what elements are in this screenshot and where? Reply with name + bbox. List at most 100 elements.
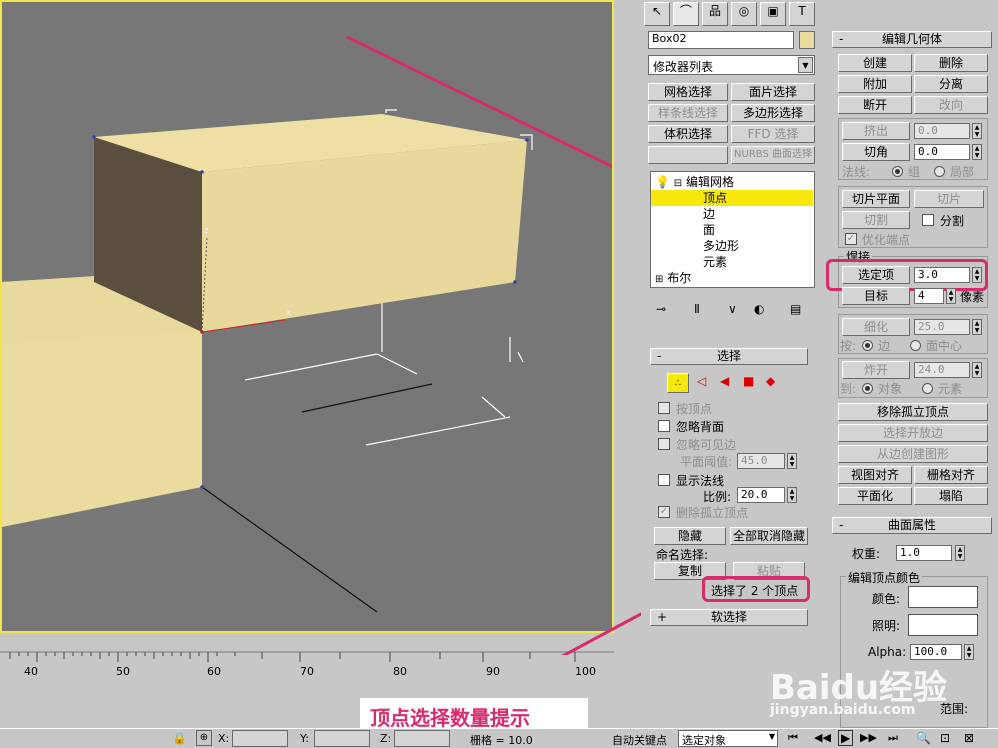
- explode-spinner[interactable]: ▲ ▼: [972, 362, 982, 378]
- by-vertex-checkbox[interactable]: [658, 402, 670, 414]
- y-coord-field[interactable]: [314, 730, 370, 747]
- show-normals-checkbox[interactable]: [658, 474, 670, 486]
- stack-item-vertex[interactable]: 顶点: [651, 190, 813, 206]
- remove-modifier-icon[interactable]: ◐: [754, 302, 764, 316]
- vertex-color-swatch[interactable]: [908, 586, 978, 608]
- cut-button[interactable]: 切割: [842, 211, 910, 229]
- play-icon[interactable]: ▶: [838, 730, 854, 746]
- motion-tab-icon[interactable]: ◎: [731, 2, 757, 26]
- hide-button[interactable]: 隐藏: [654, 527, 726, 545]
- stack-item-edge[interactable]: 边: [703, 206, 715, 222]
- vertex-mode-button[interactable]: ∴: [667, 373, 689, 393]
- object-color-swatch[interactable]: [799, 31, 815, 49]
- edit-geometry-rollout-header[interactable]: - 编辑几何体: [832, 31, 992, 48]
- next-frame-icon[interactable]: ▶▶: [860, 731, 877, 744]
- tessellate-field[interactable]: 25.0: [914, 319, 970, 335]
- ignore-visible-edges-checkbox[interactable]: [658, 438, 670, 450]
- extrude-button[interactable]: 挤出: [842, 122, 910, 140]
- stack-item-boolean[interactable]: ⊞ 布尔: [655, 270, 691, 286]
- slice-plane-button[interactable]: 切片平面: [842, 190, 910, 208]
- tessellate-spinner[interactable]: ▲ ▼: [972, 319, 982, 335]
- chamfer-spinner[interactable]: ▲ ▼: [972, 144, 982, 160]
- weld-target-button[interactable]: 目标: [842, 287, 910, 305]
- ffd-select-button[interactable]: FFD 选择: [731, 125, 815, 143]
- transform-mode-icon[interactable]: ⊕: [196, 730, 212, 746]
- refine-ends-checkbox[interactable]: ✓: [845, 233, 857, 245]
- auto-key-label[interactable]: 自动关键点: [612, 732, 667, 748]
- chamfer-field[interactable]: 0.0: [914, 144, 970, 160]
- make-unique-icon[interactable]: ∨: [728, 302, 737, 316]
- patch-select-button[interactable]: 面片选择: [731, 83, 815, 101]
- stack-item-face[interactable]: 面: [703, 222, 715, 238]
- selection-set-dropdown[interactable]: 选定对象 ▼: [678, 730, 778, 747]
- element-mode-icon[interactable]: ◆: [766, 374, 775, 388]
- face-mode-icon[interactable]: ◀: [720, 374, 729, 388]
- empty-modifier-button[interactable]: [648, 146, 728, 164]
- planar-thresh-field[interactable]: 45.0: [737, 453, 785, 469]
- polygon-mode-icon[interactable]: ■: [743, 374, 754, 388]
- explode-object-radio[interactable]: [862, 383, 873, 394]
- selection-rollout-header[interactable]: - 选择: [650, 348, 808, 365]
- hierarchy-tab-icon[interactable]: 品: [702, 2, 728, 26]
- edge-mode-icon[interactable]: ◁: [697, 374, 706, 388]
- slice-button[interactable]: 切片: [914, 190, 984, 208]
- surface-rollout-header[interactable]: - 曲面属性: [832, 517, 992, 534]
- create-button[interactable]: 创建: [838, 54, 912, 72]
- volume-select-button[interactable]: 体积选择: [648, 125, 728, 143]
- z-coord-field[interactable]: [394, 730, 450, 747]
- weld-target-spinner[interactable]: ▲ ▼: [946, 288, 956, 304]
- scale-field[interactable]: 20.0: [737, 487, 785, 503]
- weight-field[interactable]: 1.0: [896, 545, 952, 561]
- unhide-all-button[interactable]: 全部取消隐藏: [730, 527, 808, 545]
- tessellate-face-center-radio[interactable]: [910, 340, 921, 351]
- normal-group-radio[interactable]: [892, 166, 903, 177]
- chamfer-button[interactable]: 切角: [842, 143, 910, 161]
- zoom-icon[interactable]: 🔍: [916, 731, 931, 745]
- pin-stack-icon[interactable]: ⊸: [656, 302, 666, 316]
- modifier-list-dropdown[interactable]: 修改器列表 ▼: [648, 55, 815, 75]
- grid-align-button[interactable]: 栅格对齐: [914, 466, 988, 484]
- x-coord-field[interactable]: [232, 730, 288, 747]
- prev-frame-icon[interactable]: ◀◀: [814, 731, 831, 744]
- explode-field[interactable]: 24.0: [914, 362, 970, 378]
- weld-target-field[interactable]: 4: [914, 288, 944, 304]
- create-tab-icon[interactable]: ↖: [644, 2, 670, 26]
- nurbs-select-button[interactable]: NURBS 曲面选择: [731, 146, 815, 164]
- split-checkbox[interactable]: [922, 214, 934, 226]
- illum-color-swatch[interactable]: [908, 614, 978, 636]
- poly-select-button[interactable]: 多边形选择: [731, 104, 815, 122]
- delete-button[interactable]: 删除: [914, 54, 988, 72]
- soft-selection-rollout-header[interactable]: + 软选择: [650, 609, 808, 626]
- go-to-end-icon[interactable]: ⏭: [888, 731, 898, 745]
- collapse-button[interactable]: 塌陷: [914, 487, 988, 505]
- stack-root-row[interactable]: 💡 ⊟ 编辑网格: [655, 174, 734, 190]
- extrude-spinner[interactable]: ▲ ▼: [972, 123, 982, 139]
- select-open-edges-button[interactable]: 选择开放边: [838, 424, 988, 442]
- perspective-viewport[interactable]: x z: [0, 0, 614, 633]
- field-of-view-icon[interactable]: ⊠: [964, 731, 974, 745]
- turn-button[interactable]: 改向: [914, 96, 988, 114]
- planarize-button[interactable]: 平面化: [838, 487, 912, 505]
- stack-item-polygon[interactable]: 多边形: [703, 238, 739, 254]
- utilities-tab-icon[interactable]: T: [789, 2, 815, 26]
- planar-thresh-spinner[interactable]: ▲ ▼: [787, 453, 797, 469]
- break-button[interactable]: 断开: [838, 96, 912, 114]
- alpha-spinner[interactable]: ▲ ▼: [964, 644, 974, 660]
- object-name-field[interactable]: Box02: [648, 31, 794, 49]
- tessellate-button[interactable]: 细化: [842, 318, 910, 336]
- modifier-stack[interactable]: 💡 ⊟ 编辑网格 顶点 边 面 多边形 元素 ⊞ 布尔: [650, 171, 815, 288]
- stack-item-element[interactable]: 元素: [703, 254, 727, 270]
- show-end-result-icon[interactable]: Ⅱ: [694, 302, 700, 316]
- lock-icon[interactable]: 🔒: [172, 731, 187, 745]
- tessellate-edge-radio[interactable]: [862, 340, 873, 351]
- mesh-select-button[interactable]: 网格选择: [648, 83, 728, 101]
- view-align-button[interactable]: 视图对齐: [838, 466, 912, 484]
- attach-button[interactable]: 附加: [838, 75, 912, 93]
- detach-button[interactable]: 分离: [914, 75, 988, 93]
- go-to-start-icon[interactable]: ⏮: [788, 731, 798, 745]
- weight-spinner[interactable]: ▲ ▼: [955, 545, 965, 561]
- explode-element-radio[interactable]: [922, 383, 933, 394]
- extrude-field[interactable]: 0.0: [914, 123, 970, 139]
- ignore-backfacing-checkbox[interactable]: [658, 420, 670, 432]
- remove-isolated-button[interactable]: 移除孤立顶点: [838, 403, 988, 421]
